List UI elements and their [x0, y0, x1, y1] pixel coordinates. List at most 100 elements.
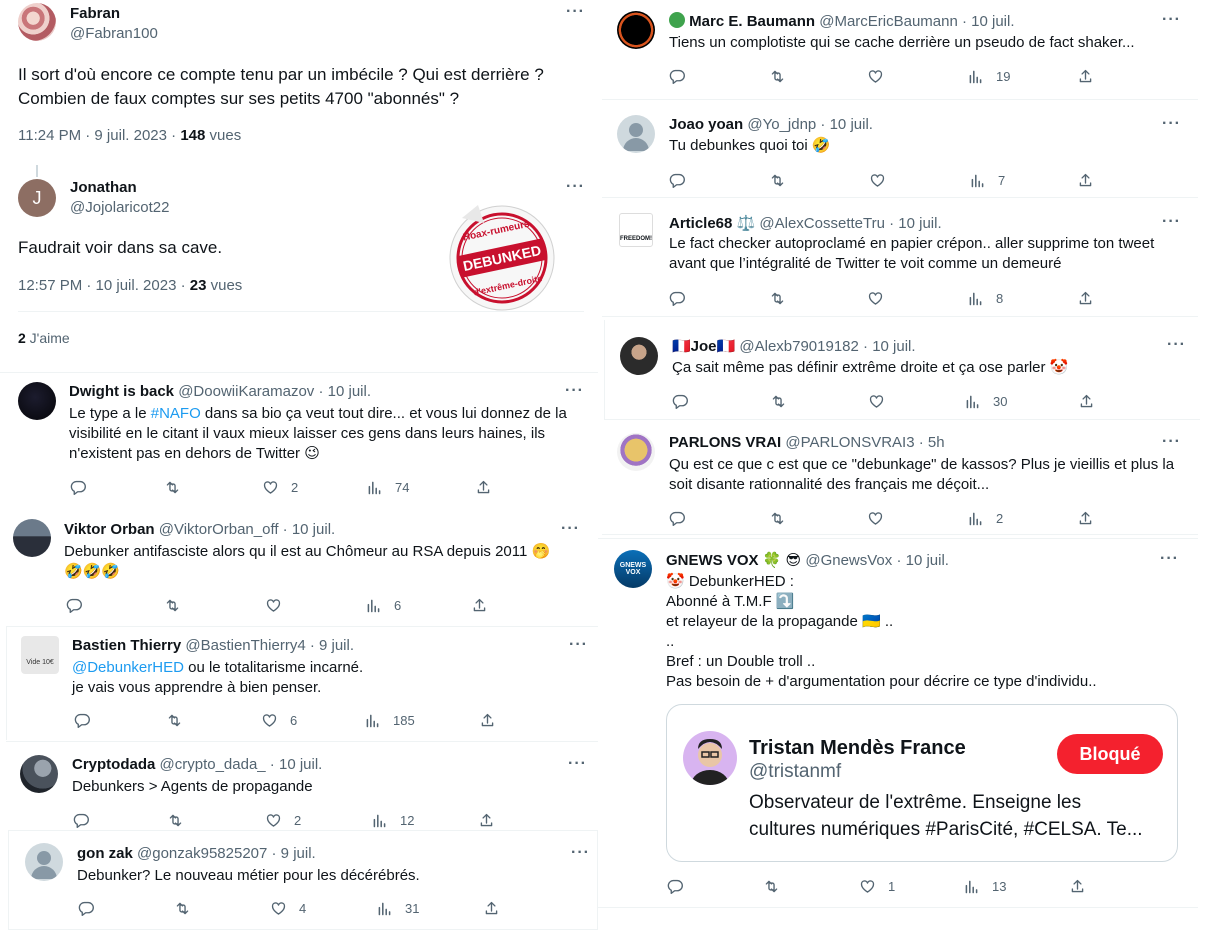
views-button[interactable]: 8 — [967, 288, 1003, 308]
share-button[interactable] — [1077, 508, 1094, 528]
card-name[interactable]: Tristan Mendès France — [749, 737, 966, 760]
more-options-icon[interactable]: ··· — [1167, 336, 1186, 354]
more-options-icon[interactable]: ··· — [566, 178, 585, 196]
more-options-icon[interactable]: ··· — [561, 520, 580, 538]
views-button[interactable]: 6 — [365, 595, 401, 615]
share-button[interactable] — [479, 710, 496, 730]
author-name[interactable]: Article68 ⚖️ — [669, 215, 755, 232]
author-handle[interactable]: @ViktorOrban_off · 10 juil. — [159, 521, 335, 538]
reply-button[interactable] — [73, 810, 90, 830]
like-button[interactable]: 1 — [859, 876, 895, 896]
reply-dwight[interactable]: Dwight is back @DoowiiKaramazov · 10 jui… — [0, 372, 598, 507]
reply-button[interactable] — [70, 477, 87, 497]
reply-cryptodada[interactable]: Cryptodada @crypto_dada_ · 10 juil. ··· … — [6, 741, 598, 829]
views-button[interactable]: 7 — [969, 170, 1005, 190]
hashtag-link[interactable]: #NAFO — [151, 405, 201, 422]
reply-button[interactable] — [672, 391, 689, 411]
author-name[interactable]: Dwight is back — [69, 383, 174, 400]
reply-gonzak[interactable]: gon zak @gonzak95825207 · 9 juil. ··· De… — [8, 830, 598, 930]
reply-parlons[interactable]: PARLONS VRAI @PARLONSVRAI3 · 5h ··· Qu e… — [602, 423, 1198, 535]
share-button[interactable] — [1077, 66, 1094, 86]
retweet-button[interactable] — [174, 898, 191, 918]
reply-button[interactable] — [669, 288, 686, 308]
blocked-button[interactable]: Bloqué — [1057, 734, 1163, 774]
share-button[interactable] — [483, 898, 500, 918]
retweet-button[interactable] — [770, 391, 787, 411]
like-button[interactable] — [868, 391, 897, 411]
share-button[interactable] — [478, 810, 495, 830]
avatar[interactable] — [18, 382, 56, 420]
blocked-profile-card[interactable]: Tristan Mendès France @tristanmf Bloqué … — [666, 704, 1178, 862]
avatar[interactable] — [617, 11, 655, 49]
author-name[interactable]: gon zak — [77, 845, 133, 862]
author-handle[interactable]: @BastienThierry4 · 9 juil. — [185, 637, 354, 654]
like-button[interactable] — [867, 66, 896, 86]
like-button[interactable]: 2 — [262, 477, 298, 497]
avatar[interactable] — [617, 115, 655, 153]
retweet-button[interactable] — [164, 595, 181, 615]
views-button[interactable]: 12 — [371, 810, 414, 830]
reply-marc[interactable]: Marc E. Baumann @MarcEricBaumann · 10 ju… — [602, 0, 1198, 100]
views-button[interactable]: 2 — [967, 508, 1003, 528]
author-name[interactable]: Jonathan — [70, 179, 137, 196]
views-button[interactable]: 74 — [366, 477, 409, 497]
author-handle[interactable]: @crypto_dada_ · 10 juil. — [160, 756, 323, 773]
more-options-icon[interactable]: ··· — [565, 382, 584, 400]
share-button[interactable] — [1078, 391, 1095, 411]
share-button[interactable] — [1077, 288, 1094, 308]
reply-button[interactable] — [66, 595, 83, 615]
avatar[interactable]: GNEWS VOX — [614, 550, 652, 588]
author-handle[interactable]: @AlexCossetteTru · 10 juil. — [759, 215, 941, 232]
retweet-button[interactable] — [763, 876, 780, 896]
reply-button[interactable] — [667, 876, 684, 896]
author-handle[interactable]: @gonzak95825207 · 9 juil. — [137, 845, 316, 862]
reply-button[interactable] — [78, 898, 95, 918]
share-button[interactable] — [471, 595, 488, 615]
tweet-jonathan[interactable]: J Jonathan @Jojolaricot22 ··· Faudrait v… — [0, 175, 598, 370]
share-button[interactable] — [475, 477, 492, 497]
avatar[interactable] — [617, 433, 655, 471]
author-name[interactable]: Marc E. Baumann — [689, 13, 815, 30]
more-options-icon[interactable]: ··· — [568, 755, 587, 773]
like-button[interactable]: 4 — [270, 898, 306, 918]
views-button[interactable]: 185 — [364, 710, 415, 730]
author-handle[interactable]: @DoowiiKaramazov · 10 juil. — [178, 383, 371, 400]
like-button[interactable] — [265, 595, 294, 615]
retweet-button[interactable] — [167, 810, 184, 830]
avatar[interactable] — [13, 519, 51, 557]
author-handle[interactable]: @Alexb79019182 · 10 juil. — [739, 338, 915, 355]
views-button[interactable]: 19 — [967, 66, 1010, 86]
like-button[interactable] — [867, 508, 896, 528]
author-handle[interactable]: @PARLONSVRAI3 · 5h — [785, 434, 944, 451]
like-button[interactable]: 2 — [265, 810, 301, 830]
reply-gnewsvox[interactable]: GNEWS VOX GNEWS VOX 🍀 😎 @GnewsVox · 10 j… — [598, 538, 1198, 908]
views-button[interactable]: 31 — [376, 898, 419, 918]
views-button[interactable]: 30 — [964, 391, 1007, 411]
tweet-fabran[interactable]: Fabran @Fabran100 ··· Il sort d'où encor… — [0, 0, 598, 165]
author-handle[interactable]: @Fabran100 — [70, 25, 158, 42]
reply-button[interactable] — [74, 710, 91, 730]
like-button[interactable] — [867, 288, 896, 308]
retweet-button[interactable] — [769, 288, 786, 308]
reply-article68[interactable]: FREEDOM! Article68 ⚖️ @AlexCossetteTru ·… — [602, 202, 1198, 317]
more-options-icon[interactable]: ··· — [1162, 11, 1181, 29]
reply-joe[interactable]: 🇫🇷Joe🇫🇷 @Alexb79019182 · 10 juil. ··· Ça… — [604, 320, 1200, 420]
card-avatar[interactable] — [683, 731, 737, 785]
like-button[interactable] — [869, 170, 898, 190]
card-handle[interactable]: @tristanmf — [749, 761, 841, 783]
retweet-button[interactable] — [769, 170, 786, 190]
reply-button[interactable] — [669, 66, 686, 86]
reply-bastien[interactable]: Vide 10€ Bastien Thierry @BastienThierry… — [6, 626, 598, 740]
retweet-button[interactable] — [166, 710, 183, 730]
author-name[interactable]: 🇫🇷Joe🇫🇷 — [672, 338, 735, 355]
views-button[interactable]: 13 — [963, 876, 1006, 896]
more-options-icon[interactable]: ··· — [566, 3, 585, 21]
share-button[interactable] — [1077, 170, 1094, 190]
avatar[interactable] — [18, 3, 56, 41]
author-handle[interactable]: @Yo_jdnp · 10 juil. — [747, 116, 873, 133]
author-name[interactable]: Viktor Orban — [64, 521, 155, 538]
author-handle[interactable]: @MarcEricBaumann · 10 juil. — [819, 13, 1014, 30]
reply-button[interactable] — [669, 508, 686, 528]
author-handle[interactable]: @Jojolaricot22 — [70, 199, 169, 216]
author-name[interactable]: Bastien Thierry — [72, 637, 181, 654]
